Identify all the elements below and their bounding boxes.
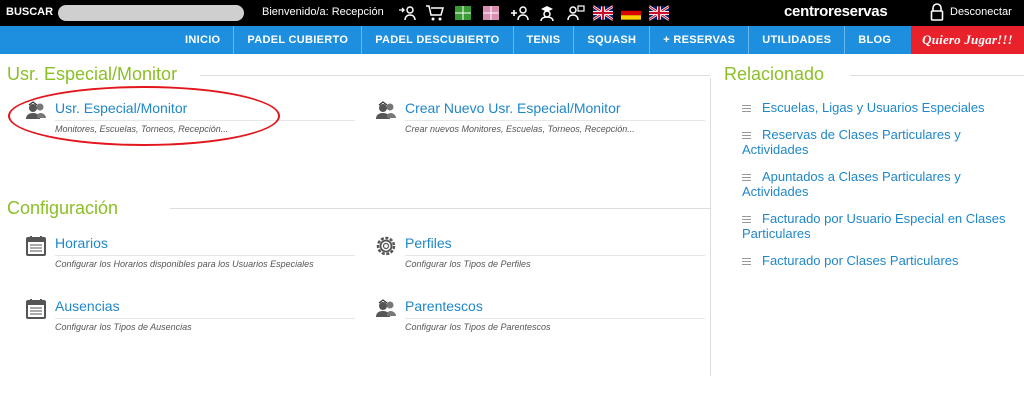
- item-description: Configurar los Tipos de Ausencias: [55, 322, 192, 332]
- cart-icon[interactable]: [424, 3, 446, 23]
- nav-item-blog[interactable]: BLOG: [844, 26, 904, 54]
- nav-item-reservas[interactable]: + RESERVAS: [649, 26, 748, 54]
- item-description: Configurar los Tipos de Parentescos: [405, 322, 551, 332]
- flag-uk-icon[interactable]: [592, 3, 614, 23]
- related-link-label[interactable]: Escuelas, Ligas y Usuarios Especiales: [762, 100, 985, 115]
- related-link-label[interactable]: Facturado por Clases Particulares: [762, 253, 959, 268]
- item-description: Configurar los Horarios disponibles para…: [55, 259, 314, 269]
- users-icon: [25, 100, 47, 122]
- quiero-jugar-button[interactable]: Quiero Jugar!!!: [911, 26, 1024, 54]
- nav-item-inicio[interactable]: INICIO: [172, 26, 233, 54]
- monitor-user-icon[interactable]: [536, 3, 558, 23]
- calendar-icon: [25, 235, 47, 257]
- section-line: [170, 208, 710, 209]
- lock-icon[interactable]: [930, 3, 944, 21]
- related-link[interactable]: Escuelas, Ligas y Usuarios Especiales: [742, 100, 1012, 115]
- flag-uk-icon[interactable]: [648, 3, 670, 23]
- item-title[interactable]: Horarios: [55, 235, 108, 251]
- section-line: [850, 75, 1024, 76]
- list-bullet-icon: [742, 216, 751, 223]
- related-link-label[interactable]: Reservas de Clases Particulares y Activi…: [742, 127, 961, 157]
- item-title[interactable]: Crear Nuevo Usr. Especial/Monitor: [405, 100, 621, 116]
- item-divider: [405, 255, 705, 256]
- nav-menu: INICIO PADEL CUBIERTO PADEL DESCUBIERTO …: [172, 26, 904, 54]
- item-divider: [405, 318, 705, 319]
- related-link[interactable]: Facturado por Clases Particulares: [742, 253, 1012, 268]
- list-bullet-icon: [742, 174, 751, 181]
- brand-logo[interactable]: centroreservas: [784, 3, 888, 20]
- gear-icon: [375, 235, 397, 257]
- users-icon: [375, 100, 397, 122]
- item-divider: [55, 120, 355, 121]
- item-title[interactable]: Ausencias: [55, 298, 120, 314]
- list-bullet-icon: [742, 105, 751, 112]
- list-bullet-icon: [742, 258, 751, 265]
- court-pink-icon[interactable]: [480, 3, 502, 23]
- teacher-icon[interactable]: [564, 3, 586, 23]
- column-divider: [710, 78, 711, 376]
- toolbar-icons: [396, 3, 670, 23]
- item-title[interactable]: Usr. Especial/Monitor: [55, 100, 187, 116]
- court-green-icon[interactable]: [452, 3, 474, 23]
- top-bar: BUSCAR Bienvenido/a: Recepción centrores…: [0, 0, 1024, 26]
- section-line: [200, 75, 710, 76]
- add-user-icon[interactable]: [508, 3, 530, 23]
- main-nav: INICIO PADEL CUBIERTO PADEL DESCUBIERTO …: [0, 26, 1024, 54]
- users-icon: [375, 298, 397, 320]
- nav-item-squash[interactable]: SQUASH: [573, 26, 649, 54]
- related-link[interactable]: Apuntados a Clases Particulares y Activi…: [742, 169, 1012, 199]
- calendar-icon: [25, 298, 47, 320]
- item-divider: [55, 255, 355, 256]
- flag-de-icon[interactable]: [620, 3, 642, 23]
- section-title-config: Configuración: [7, 198, 127, 219]
- nav-item-utilidades[interactable]: UTILIDADES: [748, 26, 844, 54]
- section-title-usr: Usr. Especial/Monitor: [7, 64, 186, 85]
- logout-link[interactable]: Desconectar: [950, 6, 1012, 18]
- item-divider: [55, 318, 355, 319]
- list-bullet-icon: [742, 132, 751, 139]
- highlight-annotation: [8, 86, 280, 146]
- item-description: Monitores, Escuelas, Torneos, Recepción.…: [55, 124, 229, 134]
- item-divider: [405, 120, 705, 121]
- section-title-related: Relacionado: [724, 64, 833, 85]
- search-label: BUSCAR: [6, 6, 54, 18]
- nav-item-tenis[interactable]: TENIS: [512, 26, 574, 54]
- related-links: Escuelas, Ligas y Usuarios Especiales Re…: [742, 100, 1012, 280]
- nav-item-padel-descubierto[interactable]: PADEL DESCUBIERTO: [361, 26, 512, 54]
- related-link[interactable]: Reservas de Clases Particulares y Activi…: [742, 127, 1012, 157]
- item-description: Configurar los Tipos de Perfiles: [405, 259, 531, 269]
- item-title[interactable]: Parentescos: [405, 298, 483, 314]
- related-link-label[interactable]: Facturado por Usuario Especial en Clases…: [742, 211, 1006, 241]
- nav-item-padel-cubierto[interactable]: PADEL CUBIERTO: [233, 26, 361, 54]
- search-input[interactable]: [58, 5, 244, 21]
- item-description: Crear nuevos Monitores, Escuelas, Torneo…: [405, 124, 635, 134]
- related-link[interactable]: Facturado por Usuario Especial en Clases…: [742, 211, 1012, 241]
- item-title[interactable]: Perfiles: [405, 235, 452, 251]
- welcome-text: Bienvenido/a: Recepción: [262, 6, 384, 18]
- swap-users-icon[interactable]: [396, 3, 418, 23]
- related-link-label[interactable]: Apuntados a Clases Particulares y Activi…: [742, 169, 961, 199]
